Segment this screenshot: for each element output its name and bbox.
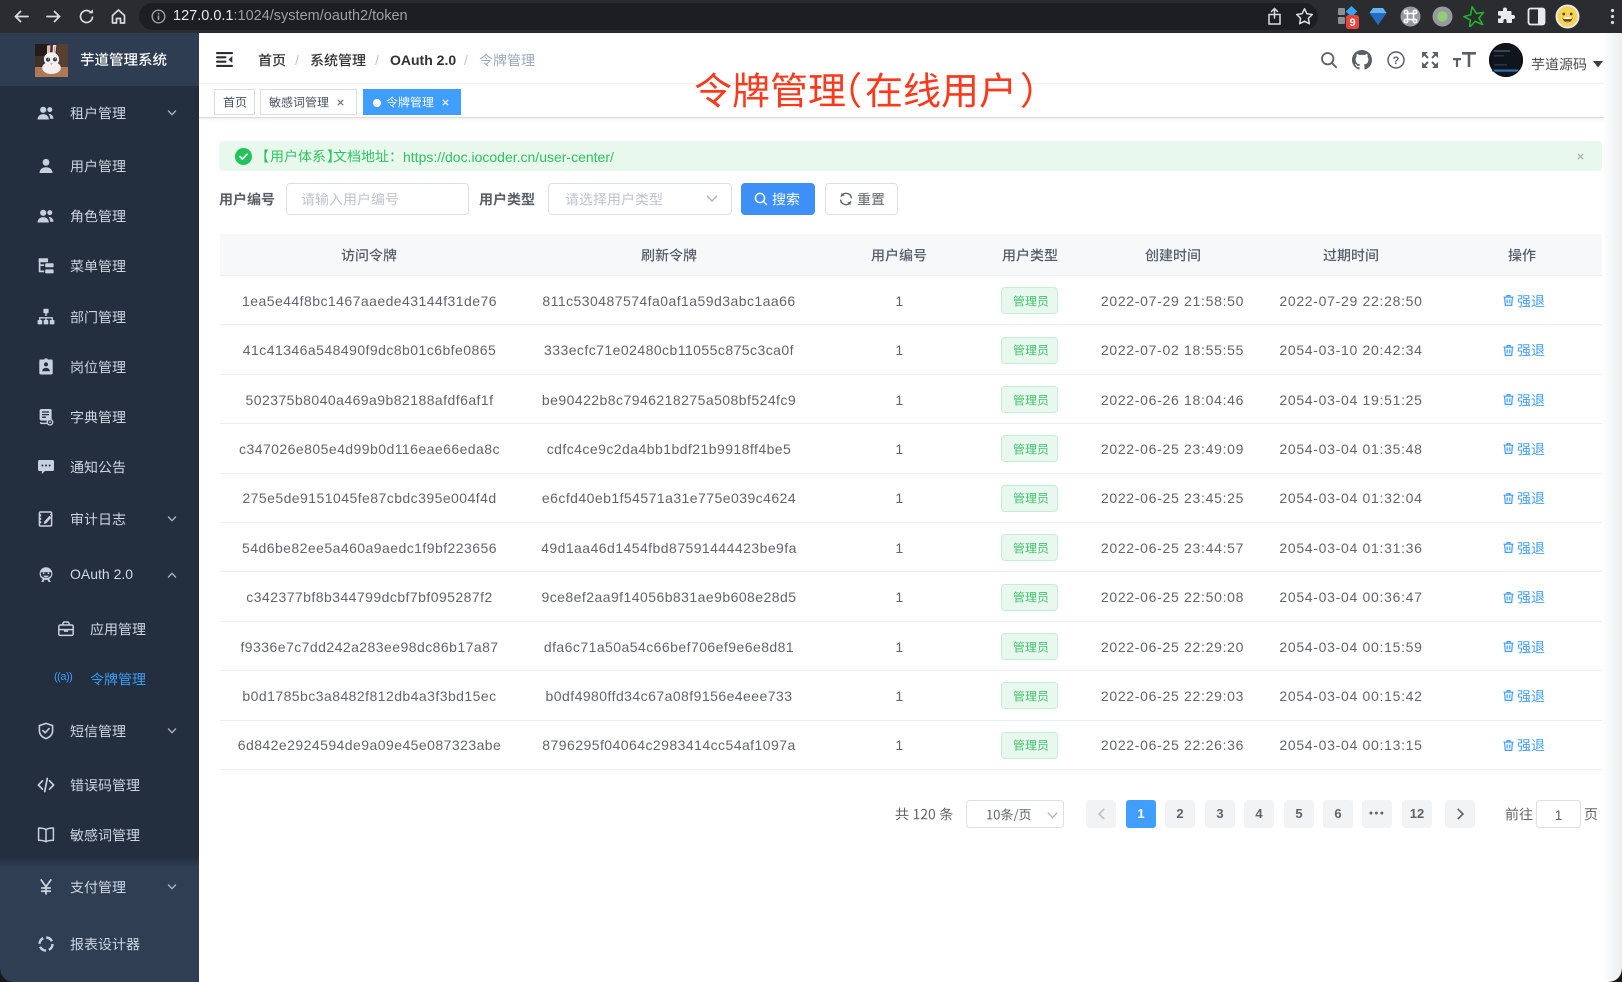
svg-text:?: ? — [1393, 55, 1400, 67]
svg-text:9: 9 — [1349, 17, 1355, 29]
